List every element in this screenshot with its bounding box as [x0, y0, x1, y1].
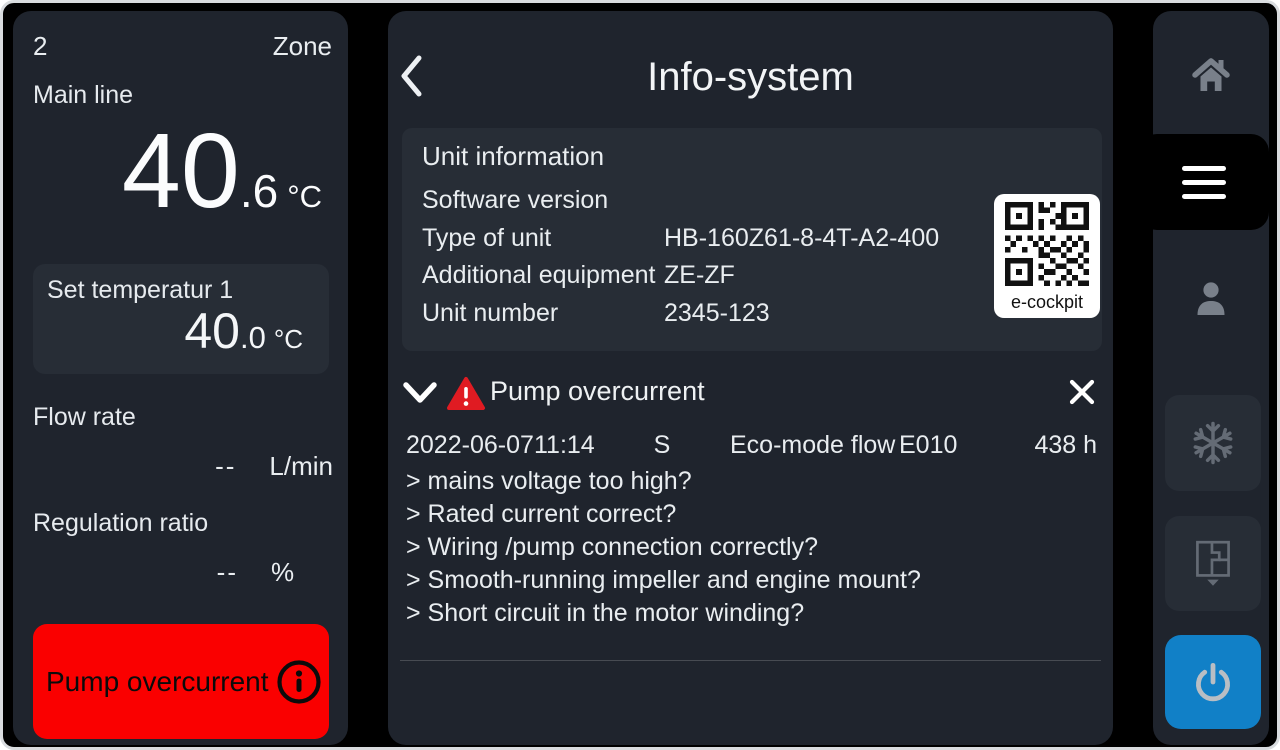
power-icon — [1188, 657, 1238, 707]
regulation-ratio-unit: % — [271, 557, 294, 588]
alarm-source: Eco-mode flow — [694, 431, 899, 460]
alarm-error-code: E010 — [899, 431, 1019, 460]
set-temperature-card[interactable]: Set temperatur 1 40.0 °C — [33, 264, 329, 374]
set-temp-fraction: .0 — [240, 320, 266, 356]
flow-rate-unit: L/min — [269, 451, 333, 482]
row-label: Software version — [422, 186, 608, 215]
set-temp-integer: 40 — [184, 302, 240, 360]
info-system-panel: Info-system Unit information Software ve… — [388, 11, 1113, 745]
qr-code-icon — [1005, 202, 1089, 286]
warning-triangle-icon — [446, 376, 486, 412]
row-value: 2345-123 — [664, 299, 770, 328]
page-title: Info-system — [388, 55, 1113, 100]
alarm-detail-header: Pump overcurrent — [388, 371, 1113, 413]
row-label: Unit number — [422, 299, 558, 328]
sidebar-item-mold[interactable] — [1165, 516, 1261, 611]
regulation-ratio-label: Regulation ratio — [33, 509, 208, 538]
flow-rate-value: -- — [33, 451, 236, 482]
device-screen: 2 Zone Main line 40.6°C Set temperatur 1… — [0, 0, 1280, 750]
alarm-check-list: > mains voltage too high? > Rated curren… — [406, 465, 921, 630]
alarm-check-item: > mains voltage too high? — [406, 465, 921, 498]
user-icon — [1187, 275, 1235, 321]
home-icon — [1187, 51, 1235, 93]
unit-information-card: Unit information Software version Type o… — [402, 128, 1102, 351]
alarm-check-item: > Short circuit in the motor winding? — [406, 597, 921, 630]
row-value: ZE-ZF — [664, 261, 735, 290]
alarm-check-item: > Wiring /pump connection correctly? — [406, 531, 921, 564]
power-button[interactable] — [1165, 635, 1261, 729]
alarm-meta-row: 2022-06-07 11:14 S Eco-mode flow E010 43… — [406, 431, 1097, 460]
info-circle-icon — [275, 658, 323, 706]
flow-rate-row: -- L/min — [33, 451, 333, 482]
qr-label: e-cockpit — [994, 292, 1100, 313]
sidebar-item-cooling[interactable] — [1165, 395, 1261, 491]
alarm-title: Pump overcurrent — [490, 376, 705, 407]
zone-panel: 2 Zone Main line 40.6°C Set temperatur 1… — [13, 11, 348, 745]
regulation-ratio-row: -- % — [33, 557, 333, 588]
regulation-ratio-value: -- — [33, 557, 238, 588]
alarm-severity: S — [630, 431, 694, 460]
set-temperature-value: 40.0 °C — [184, 302, 303, 360]
sidebar-item-user[interactable] — [1153, 243, 1269, 353]
mold-icon — [1188, 537, 1238, 591]
alarm-date: 2022-06-07 — [406, 431, 534, 460]
alarm-banner[interactable]: Pump overcurrent — [33, 624, 329, 739]
zone-number: 2 — [33, 31, 47, 62]
main-line-label: Main line — [33, 81, 133, 110]
row-value: HB-160Z61-8-4T-A2-400 — [664, 224, 939, 253]
snowflake-icon — [1187, 417, 1239, 469]
zone-label: Zone — [273, 31, 332, 62]
divider — [400, 660, 1101, 661]
alarm-operating-hours: 438 h — [1019, 431, 1097, 460]
alarm-check-item: > Rated current correct? — [406, 498, 921, 531]
set-temperature-label: Set temperatur 1 — [47, 276, 233, 305]
alarm-banner-label: Pump overcurrent — [46, 666, 269, 698]
main-temp-integer: 40 — [122, 113, 240, 230]
e-cockpit-qr-box: e-cockpit — [994, 194, 1100, 318]
menu-icon — [1182, 166, 1226, 171]
sidebar-item-menu[interactable] — [1139, 134, 1269, 230]
sidebar-item-home[interactable] — [1153, 13, 1269, 131]
set-temp-unit: °C — [274, 324, 303, 355]
row-label: Additional equipment — [422, 261, 656, 290]
chevron-down-icon[interactable] — [402, 379, 438, 407]
main-temp-unit: °C — [287, 179, 322, 215]
main-line-temperature: 40.6°C — [122, 113, 322, 230]
main-temp-fraction: .6 — [240, 164, 278, 218]
unit-information-heading: Unit information — [422, 141, 604, 172]
flow-rate-label: Flow rate — [33, 403, 136, 432]
alarm-time: 11:14 — [534, 431, 630, 460]
close-icon[interactable] — [1067, 377, 1097, 407]
alarm-check-item: > Smooth-running impeller and engine mou… — [406, 564, 921, 597]
row-label: Type of unit — [422, 224, 551, 253]
